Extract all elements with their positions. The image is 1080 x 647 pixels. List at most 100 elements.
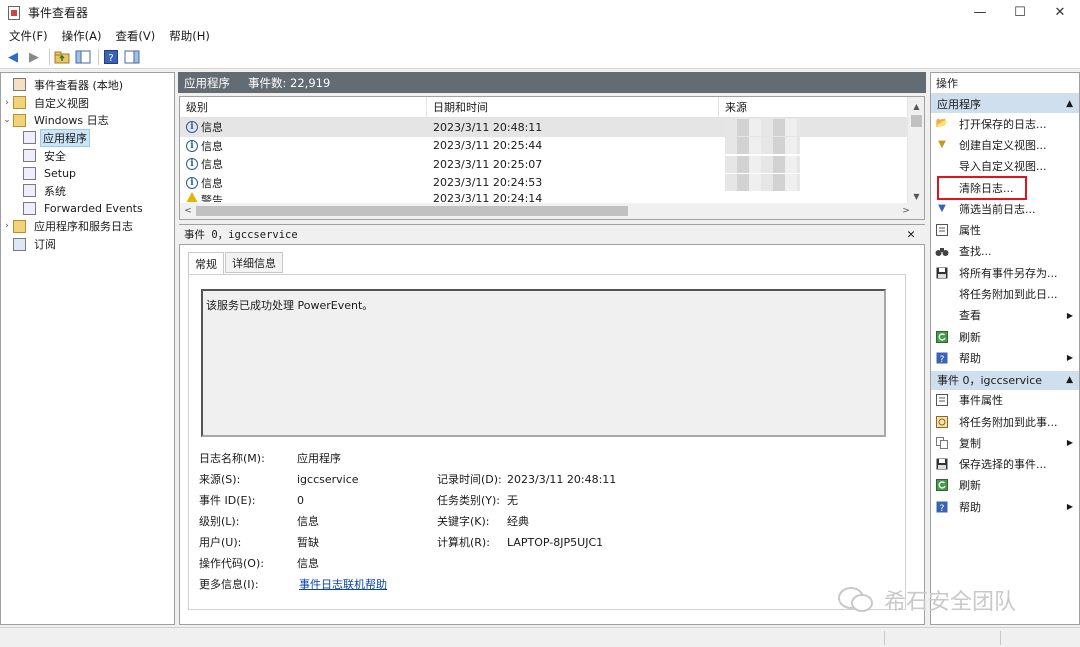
recorded-label: 记录时间(D): (437, 473, 502, 486)
user-value: 暂缺 (297, 536, 319, 549)
table-row[interactable]: i 信息 2023/3/11 20:25:44 (180, 137, 924, 156)
action-create-custom-view[interactable]: ▼ 创建自定义视图... (931, 134, 1079, 155)
action-import-custom-view[interactable]: 导入自定义视图... (931, 156, 1079, 177)
action-open-saved-log[interactable]: 📂 打开保存的日志... (931, 113, 1079, 134)
refresh-icon (935, 478, 949, 492)
actions-section-application[interactable]: 应用程序 ▲ (931, 94, 1079, 113)
task-category-label: 任务类别(Y): (437, 494, 501, 507)
scroll-thumb[interactable] (196, 206, 628, 216)
level-label: 级别(L): (199, 515, 240, 528)
tree-item-setup[interactable]: Setup (1, 164, 174, 182)
forward-arrow-icon[interactable]: ▶ (25, 48, 43, 66)
action-attach-task-to-event[interactable]: 将任务附加到此事... (931, 411, 1079, 432)
actions-section-event[interactable]: 事件 0，igccservice ▲ (931, 370, 1079, 390)
chevron-down-icon[interactable]: ⌄ (1, 115, 13, 125)
redacted-source (725, 174, 800, 192)
watermark-text: 希石安全团队 (884, 590, 1017, 615)
tree-item-forwarded-events[interactable]: Forwarded Events (1, 200, 174, 218)
menu-file[interactable]: 文件(F) (2, 28, 55, 44)
action-view[interactable]: 查看 ▶ (931, 305, 1079, 326)
column-header-source[interactable]: 来源 (719, 97, 909, 117)
info-icon: i (186, 158, 198, 171)
minimize-button[interactable]: — (960, 0, 1000, 25)
tree-item-custom-views[interactable]: › 自定义视图 (1, 94, 174, 112)
menu-help[interactable]: 帮助(H) (162, 28, 217, 44)
log-icon (23, 166, 36, 180)
table-row[interactable]: 警告 2023/3/11 20:24:14 (180, 192, 924, 202)
tree-item-root[interactable]: 事件查看器 (本地) (1, 76, 174, 94)
menu-view[interactable]: 查看(V) (108, 28, 162, 44)
highlight-box (937, 176, 1027, 200)
submenu-arrow-icon: ▶ (1066, 502, 1073, 512)
event-description[interactable]: 该服务已成功处理 PowerEvent。 (201, 289, 886, 437)
column-header-level[interactable]: 级别 (180, 97, 427, 117)
close-icon[interactable]: ✕ (907, 227, 915, 242)
action-help[interactable]: ? 帮助 ▶ (931, 347, 1079, 368)
chevron-right-icon[interactable]: › (1, 221, 13, 231)
tree-item-app-service-logs[interactable]: › 应用程序和服务日志 (1, 218, 174, 236)
tree-item-application[interactable]: 应用程序 (1, 128, 174, 147)
tree-item-windows-logs[interactable]: ⌄ Windows 日志 (1, 111, 174, 129)
help-icon[interactable]: ? (102, 48, 120, 66)
maximize-button[interactable]: ☐ (1000, 0, 1040, 25)
actions-title: 操作 (931, 73, 1079, 94)
log-name: 应用程序 (184, 75, 230, 90)
grid-vertical-scrollbar[interactable]: ▲ ▼ (907, 97, 924, 203)
table-row[interactable]: i 信息 2023/3/11 20:24:53 (180, 174, 924, 193)
event-grid: 级别 日期和时间 来源 i 信息 2023/3/11 20:48:11 i 信息 2… (179, 96, 925, 220)
action-filter-current-log[interactable]: ▼ 筛选当前日志... (931, 198, 1079, 219)
menu-bar: 文件(F) 操作(A) 查看(V) 帮助(H) (0, 25, 1080, 46)
column-header-date[interactable]: 日期和时间 (427, 97, 719, 117)
event-id-label: 事件 ID(E): (199, 494, 256, 507)
submenu-arrow-icon: ▶ (1066, 310, 1073, 320)
online-help-link[interactable]: 事件日志联机帮助 (299, 575, 387, 593)
scroll-thumb[interactable] (911, 115, 922, 127)
collapse-up-icon[interactable]: ▲ (1066, 99, 1073, 109)
tree-item-subscriptions[interactable]: 订阅 (1, 235, 174, 253)
action-help-event[interactable]: ? 帮助 ▶ (931, 496, 1079, 517)
tab-general[interactable]: 常规 (188, 252, 224, 275)
action-save-all-events[interactable]: 将所有事件另存为... (931, 262, 1079, 283)
keywords-label: 关键字(K): (437, 515, 490, 528)
up-folder-icon[interactable] (53, 48, 71, 66)
menu-action[interactable]: 操作(A) (55, 28, 109, 44)
grid-header: 级别 日期和时间 来源 (180, 97, 924, 118)
chevron-right-icon[interactable]: › (1, 98, 13, 108)
window-title: 事件查看器 (28, 6, 89, 20)
back-arrow-icon[interactable]: ◀ (4, 48, 22, 66)
action-refresh-event[interactable]: 刷新 (931, 475, 1079, 496)
tab-content: 该服务已成功处理 PowerEvent。 日志名称(M): 应用程序 来源(S)… (188, 274, 906, 610)
copy-icon (935, 436, 949, 450)
help-icon: ? (935, 500, 949, 514)
tree-item-security[interactable]: 安全 (1, 147, 174, 165)
table-row[interactable]: i 信息 2023/3/11 20:48:11 (180, 118, 924, 137)
folder-icon (13, 96, 26, 110)
tree-item-system[interactable]: 系统 (1, 182, 174, 200)
log-name-label: 日志名称(M): (199, 452, 265, 465)
navigation-tree: 事件查看器 (本地) › 自定义视图 ⌄ Windows 日志 应用程序 安全 … (0, 72, 175, 625)
close-button[interactable]: ✕ (1040, 0, 1080, 25)
info-icon: i (186, 176, 198, 189)
action-event-properties[interactable]: 事件属性 (931, 390, 1079, 411)
action-save-selected-events[interactable]: 保存选择的事件... (931, 453, 1079, 474)
scroll-down-icon[interactable]: ▼ (908, 189, 924, 203)
computer-value: LAPTOP-8JP5UJC1 (507, 535, 604, 549)
user-label: 用户(U): (199, 536, 242, 549)
show-hide-tree-icon[interactable] (74, 48, 92, 66)
action-find[interactable]: 查找... (931, 241, 1079, 262)
action-refresh[interactable]: 刷新 (931, 326, 1079, 347)
action-properties[interactable]: 属性 (931, 219, 1079, 240)
tab-details[interactable]: 详细信息 (225, 252, 283, 273)
table-row[interactable]: i 信息 2023/3/11 20:25:07 (180, 155, 924, 174)
scroll-left-icon[interactable]: < (180, 203, 196, 219)
show-action-pane-icon[interactable] (123, 48, 141, 66)
action-copy[interactable]: 复制 ▶ (931, 432, 1079, 453)
save-icon (935, 457, 949, 471)
log-icon (23, 131, 36, 145)
scroll-right-icon[interactable]: > (898, 203, 914, 219)
action-attach-task-to-log[interactable]: 将任务附加到此日... (931, 283, 1079, 304)
scroll-up-icon[interactable]: ▲ (908, 99, 924, 113)
event-id-value: 0 (297, 493, 304, 507)
collapse-up-icon[interactable]: ▲ (1066, 375, 1073, 385)
grid-horizontal-scrollbar[interactable]: < > (180, 203, 924, 219)
